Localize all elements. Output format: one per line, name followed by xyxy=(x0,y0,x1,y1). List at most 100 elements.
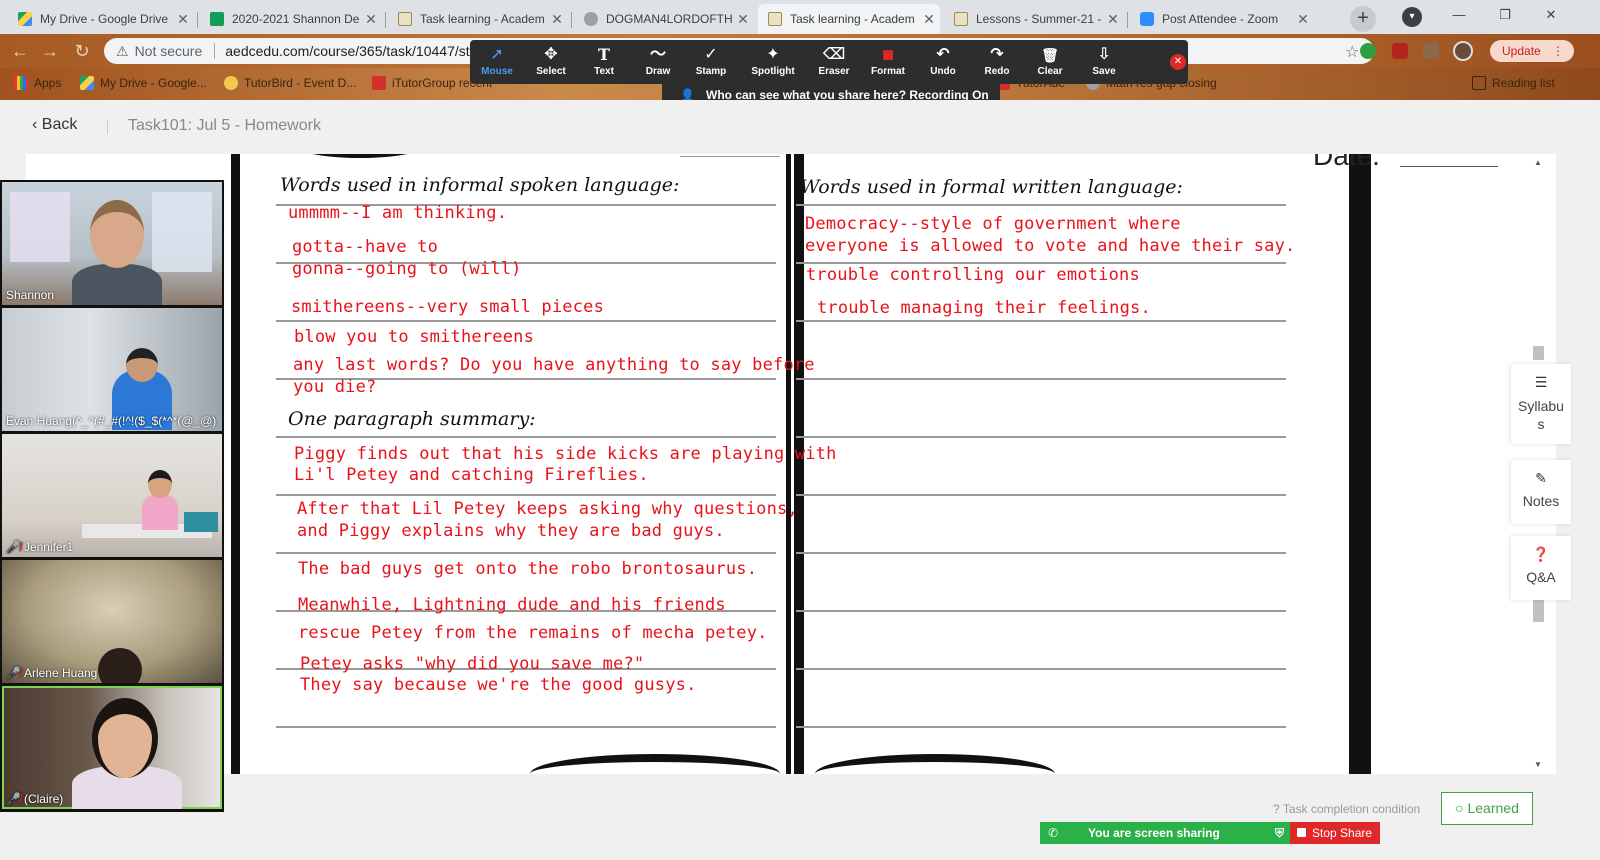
informal-word-entry: smithereens--very small pieces xyxy=(291,297,605,317)
checkmark-icon: ✓ xyxy=(704,46,718,63)
ruled-line xyxy=(276,494,776,496)
scroll-up-icon[interactable]: ▲ xyxy=(1534,158,1542,167)
notes-tab[interactable]: ✎ Notes xyxy=(1511,460,1571,524)
decorative-curve xyxy=(290,154,430,158)
tab-lessons[interactable]: Lessons - Summer-21 - ✕ xyxy=(944,4,1124,34)
screen-sharing-bar[interactable]: ✆ You are screen sharing ⛨ xyxy=(1040,822,1290,844)
zoom-tool-save[interactable]: ⇩ Save xyxy=(1077,44,1131,77)
learned-button[interactable]: ○ Learned xyxy=(1441,792,1533,825)
document-viewer[interactable]: Date: Words used in informal spoken lang… xyxy=(26,154,1556,774)
close-tab-icon[interactable]: ✕ xyxy=(360,11,382,28)
ruled-line xyxy=(796,552,1286,554)
bookmark-apps[interactable]: Apps xyxy=(14,76,61,90)
tab-task-learning-1[interactable]: Task learning - Academ ✕ xyxy=(388,4,568,34)
itutor-icon xyxy=(372,76,386,90)
back-button[interactable]: ‹ Back xyxy=(32,116,77,134)
muted-mic-icon: 🎤̸ xyxy=(6,792,21,806)
person-silhouette xyxy=(98,648,142,683)
extension-icon[interactable] xyxy=(1360,43,1376,59)
summary-line: rescue Petey from the remains of mecha p… xyxy=(298,623,768,643)
zoom-tool-select[interactable]: ✥ Select xyxy=(524,44,578,77)
participant-video-tile-active-speaker[interactable]: 🎤̸ (Claire) xyxy=(2,686,222,809)
zoom-tool-undo[interactable]: ↶ Undo xyxy=(916,44,970,77)
summary-line: Li'l Petey and catching Fireflies. xyxy=(294,465,649,485)
ruled-line xyxy=(796,610,1286,612)
close-tab-icon[interactable]: ✕ xyxy=(918,11,940,28)
close-window-button[interactable]: ✕ xyxy=(1528,0,1574,30)
close-tab-icon[interactable]: ✕ xyxy=(1292,11,1314,28)
participant-name: 🎤̸ Jennifer1 xyxy=(6,540,74,554)
save-icon: ⇩ xyxy=(1097,46,1111,63)
participant-video-tile[interactable]: Shannon xyxy=(2,182,222,305)
tab-task-learning-active[interactable]: Task learning - Academ ✕ xyxy=(758,4,940,34)
muted-mic-icon: 🎤̸ xyxy=(6,540,21,554)
summary-line: After that Lil Petey keeps asking why qu… xyxy=(297,499,798,519)
participant-video-tile[interactable]: Evan Huang(^_^(#_#(!^!($_$(*^*(@_@) xyxy=(2,308,222,431)
syllabus-tab[interactable]: ☰ Syllabu s xyxy=(1511,364,1571,444)
poster-decoration xyxy=(152,192,212,272)
new-tab-button[interactable]: + xyxy=(1350,6,1376,32)
tab-zoom-attendee[interactable]: Post Attendee - Zoom ✕ xyxy=(1130,4,1314,34)
zoom-tool-format[interactable]: ■ Format xyxy=(861,44,915,77)
date-label: Date: xyxy=(1313,154,1380,171)
zoom-tool-draw[interactable]: 〜 Draw xyxy=(631,44,685,77)
close-tab-icon[interactable]: ✕ xyxy=(732,11,754,28)
academy-icon xyxy=(768,12,782,26)
zoom-tool-stamp[interactable]: ✓ Stamp xyxy=(684,44,738,77)
update-button[interactable]: Update ⋮ xyxy=(1490,40,1574,62)
zoom-tool-eraser[interactable]: ⌫ Eraser xyxy=(807,44,861,77)
person-silhouette xyxy=(126,348,158,382)
reload-icon[interactable]: ↻ xyxy=(70,39,94,63)
task-completion-condition[interactable]: ? Task completion condition xyxy=(1273,802,1420,816)
puzzle-icon[interactable] xyxy=(1423,43,1439,59)
ruled-line xyxy=(276,320,776,322)
participant-video-tile[interactable]: 🎤̸ Arlene Huang xyxy=(2,560,222,683)
ruled-line xyxy=(276,436,776,438)
participant-video-tile[interactable]: 🎤̸ Jennifer1 xyxy=(2,434,222,557)
profile-avatar[interactable] xyxy=(1453,41,1473,61)
close-tab-icon[interactable]: ✕ xyxy=(1102,11,1124,28)
close-toolbar-icon[interactable]: ✕ xyxy=(1170,54,1186,70)
ruled-line xyxy=(796,494,1286,496)
scrollbar-thumb[interactable] xyxy=(1533,600,1544,622)
bookmark-reading-list[interactable]: Reading list xyxy=(1472,76,1555,90)
bookmark-tutorbird[interactable]: TutorBird - Event D... xyxy=(224,76,356,90)
question-circle-icon: ? xyxy=(1273,802,1280,816)
security-shield-icon: ⛨ xyxy=(1274,826,1284,840)
chevron-left-icon: ‹ xyxy=(32,116,38,133)
qa-tab[interactable]: ❓ Q&A xyxy=(1511,536,1571,600)
tutorbird-icon xyxy=(224,76,238,90)
scrollbar-thumb[interactable] xyxy=(1533,346,1544,360)
forward-arrow-icon[interactable]: → xyxy=(38,39,62,63)
zoom-tool-spotlight[interactable]: ✦ Spotlight xyxy=(746,44,800,77)
stop-share-button[interactable]: Stop Share xyxy=(1290,822,1380,844)
tablet xyxy=(184,512,218,532)
back-arrow-icon[interactable]: ← xyxy=(8,39,32,63)
close-tab-icon[interactable]: ✕ xyxy=(172,11,194,28)
zoom-tool-clear[interactable]: 🗑 Clear xyxy=(1023,44,1077,77)
participant-name: 🎤̸ (Claire) xyxy=(6,792,64,806)
ublock-icon[interactable] xyxy=(1392,43,1408,59)
minimize-button[interactable]: — xyxy=(1436,0,1482,30)
tab-search-icon[interactable]: ▾ xyxy=(1402,7,1422,27)
tab-dogman[interactable]: DOGMAN4LORDOFTHE ✕ xyxy=(574,4,754,34)
informal-word-entry: ummmm--I am thinking. xyxy=(288,203,508,223)
person-silhouette xyxy=(92,698,158,778)
bookmark-star-icon[interactable]: ☆ xyxy=(1345,42,1359,62)
close-tab-icon[interactable]: ✕ xyxy=(546,11,568,28)
tab-my-drive[interactable]: My Drive - Google Drive ✕ xyxy=(8,4,194,34)
tab-sheets[interactable]: 2020-2021 Shannon De ✕ xyxy=(200,4,382,34)
zoom-tool-redo[interactable]: ↷ Redo xyxy=(970,44,1024,77)
formal-word-entry: everyone is allowed to vote and have the… xyxy=(805,236,1296,256)
column-divider xyxy=(786,154,804,774)
restore-button[interactable]: ❐ xyxy=(1482,0,1528,30)
zoom-tool-mouse[interactable]: ➚ Mouse xyxy=(470,44,524,77)
scroll-down-icon[interactable]: ▼ xyxy=(1534,760,1542,769)
zoom-tool-text[interactable]: T Text xyxy=(577,44,631,77)
stop-square-icon xyxy=(1297,828,1306,837)
ruled-line xyxy=(276,726,776,728)
ruled-line xyxy=(276,552,776,554)
summary-header: One paragraph summary: xyxy=(288,408,536,430)
ruled-line xyxy=(796,726,1286,728)
bookmark-my-drive[interactable]: My Drive - Google... xyxy=(80,76,207,90)
